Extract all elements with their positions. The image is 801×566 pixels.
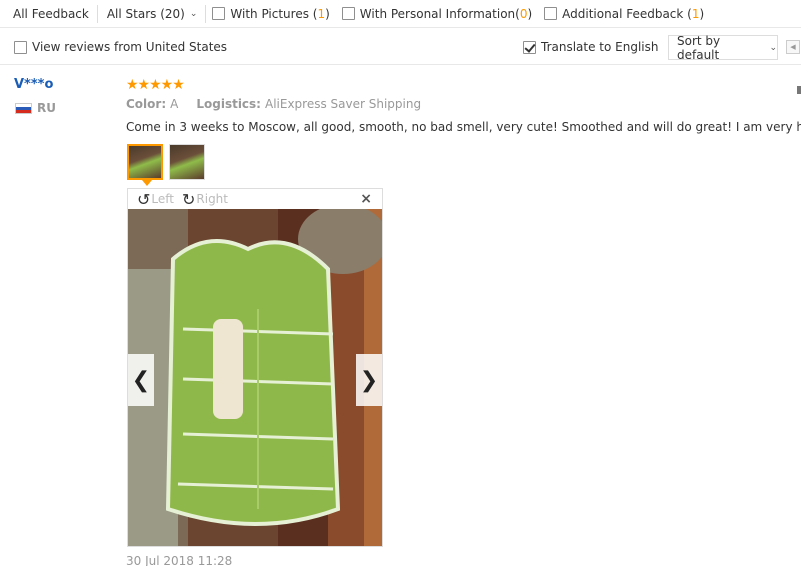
all-feedback-tab[interactable]: All Feedback	[0, 0, 97, 27]
image-viewer: ↺ Left ↻ Right × ❮ ❯	[127, 188, 383, 547]
photo-illustration	[128, 209, 382, 546]
view-us-label: View reviews from United States	[32, 40, 228, 54]
review-photo: ❮ ❯	[128, 209, 382, 546]
color-label: Color:	[126, 97, 167, 111]
rotate-left-label: Left	[151, 192, 174, 206]
logistics-value: AliExpress Saver Shipping	[264, 97, 422, 111]
additional-feedback-close: )	[699, 6, 705, 21]
prev-image-button[interactable]: ❮	[128, 354, 154, 406]
personal-info-close: )	[527, 6, 533, 21]
reviewer-country: RU	[37, 101, 56, 115]
next-image-button[interactable]: ❯	[356, 354, 382, 406]
chevron-left-icon: ◀	[790, 43, 796, 51]
with-pictures-checkbox[interactable]	[212, 7, 226, 20]
all-feedback-label: All Feedback	[13, 6, 89, 21]
sort-label: Sort by default	[677, 33, 721, 62]
with-pictures-label: With Pictures (	[230, 6, 318, 21]
logistics-label: Logistics:	[196, 97, 261, 111]
scroll-marker	[797, 86, 801, 94]
view-us-checkbox[interactable]	[14, 40, 27, 54]
star-rating: ★★★★★	[126, 77, 185, 93]
selected-thumbnail-indicator	[142, 180, 152, 186]
view-us-option[interactable]: View reviews from United States	[14, 40, 227, 54]
additional-feedback-label: Additional Feedback (	[562, 6, 692, 21]
rotate-right-button[interactable]: ↻ Right	[182, 190, 228, 209]
additional-feedback-count: 1	[691, 6, 700, 21]
filter-bar: All Feedback All Stars (20) ⌄ With Pictu…	[0, 0, 801, 27]
chevron-down-icon: ⌄	[769, 42, 777, 53]
additional-feedback-filter[interactable]: Additional Feedback (1)	[544, 7, 710, 21]
translate-label: Translate to English	[541, 40, 659, 54]
review-text: Come in 3 weeks to Moscow, all good, smo…	[126, 120, 801, 134]
russia-flag-icon	[15, 103, 32, 114]
personal-info-label: With Personal Information(	[359, 6, 520, 21]
prev-page-button[interactable]: ◀	[786, 40, 800, 54]
with-pictures-close: )	[325, 6, 330, 21]
sort-dropdown[interactable]: Sort by default ⌄	[668, 33, 778, 62]
review-meta: Color: A Logistics: AliExpress Saver Shi…	[126, 97, 421, 111]
personal-info-checkbox[interactable]	[341, 7, 355, 20]
review-date: 30 Jul 2018 11:28	[126, 554, 233, 566]
review-thumbnail[interactable]	[169, 144, 205, 180]
reviewer-name[interactable]: V***o	[14, 77, 53, 92]
chevron-down-icon: ⌄	[189, 8, 198, 19]
rotate-left-icon: ↺	[137, 189, 151, 209]
personal-info-count: 0	[519, 6, 528, 21]
rotate-left-button[interactable]: ↺ Left	[137, 190, 174, 209]
translate-checkbox[interactable]	[523, 40, 536, 54]
additional-feedback-checkbox[interactable]	[544, 7, 558, 20]
personal-info-filter[interactable]: With Personal Information(0)	[341, 6, 538, 21]
translate-option[interactable]: Translate to English	[523, 40, 659, 54]
options-row: View reviews from United States Translat…	[0, 27, 801, 65]
rotate-right-label: Right	[196, 192, 228, 206]
with-pictures-count: 1	[317, 6, 326, 21]
review-thumbnail[interactable]	[127, 144, 163, 180]
divider	[205, 4, 207, 23]
all-stars-dropdown[interactable]: All Stars (20) ⌄	[98, 0, 206, 27]
viewer-toolbar: ↺ Left ↻ Right ×	[128, 189, 382, 209]
close-icon[interactable]: ×	[360, 191, 372, 207]
all-stars-label: All Stars (20)	[106, 6, 185, 21]
color-value: A	[170, 97, 179, 111]
rotate-right-icon: ↻	[181, 189, 196, 209]
with-pictures-filter[interactable]: With Pictures (1)	[212, 7, 335, 21]
